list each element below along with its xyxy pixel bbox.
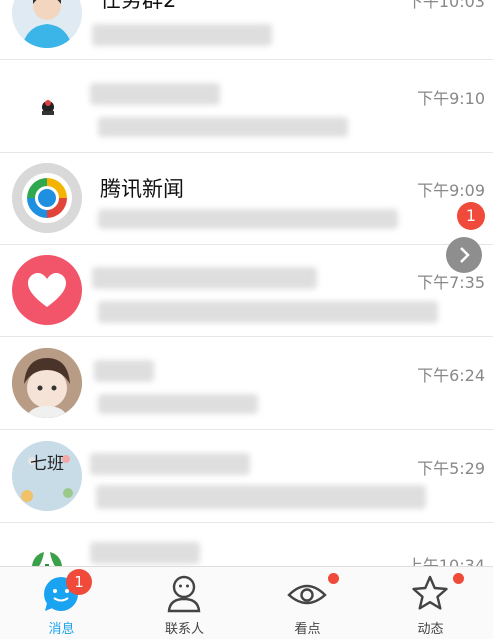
conversation-row[interactable]: 下午9:10	[0, 61, 493, 153]
contacts-icon	[167, 575, 201, 613]
tab-label: 看点	[294, 622, 321, 637]
notification-dot	[453, 573, 464, 584]
tab-label: 消息	[48, 622, 75, 637]
avatar-text: 七班	[30, 454, 64, 474]
notification-dot	[328, 573, 339, 584]
tencent-news-icon	[12, 163, 82, 233]
unread-badge: 1	[457, 202, 485, 230]
conversation-row[interactable]: 下午6:24	[0, 338, 493, 430]
messages-badge: 1	[66, 569, 92, 595]
tab-contacts[interactable]: 联系人	[123, 567, 246, 640]
avatar	[12, 534, 82, 566]
eye-icon	[287, 584, 327, 605]
conversation-name: 任务群2	[100, 0, 177, 12]
conversation-name: 腾讯新闻	[100, 177, 184, 201]
conversation-time: 下午6:24	[417, 366, 485, 385]
conversation-row[interactable]: 下午7:35	[0, 245, 493, 337]
avatar	[12, 71, 82, 141]
avatar	[12, 348, 82, 418]
conversation-row[interactable]: 上午10:34	[0, 524, 493, 566]
tab-messages[interactable]: 1 消息	[0, 567, 123, 640]
conversation-time: 上午10:34	[406, 556, 485, 566]
heart-icon	[12, 255, 82, 325]
bottom-tab-bar: 1 消息 联系人 看点 动态	[0, 566, 493, 639]
avatar	[12, 0, 82, 48]
conversation-time: 下午9:09	[417, 181, 485, 200]
chevron-right-icon	[460, 247, 470, 263]
conversation-time: 下午5:29	[417, 459, 485, 478]
tab-dynamics[interactable]: 动态	[369, 567, 492, 640]
expand-arrow-button[interactable]	[446, 237, 482, 273]
conversation-row[interactable]: 腾讯新闻 下午9:09	[0, 153, 493, 245]
star-icon	[412, 575, 448, 610]
conversation-list: 任务群2 下午10:03 下午9:10 腾讯新闻 下午9:09 下午7:35 下…	[0, 0, 493, 566]
conversation-row[interactable]: 七班 下午5:29	[0, 431, 493, 523]
tab-label: 动态	[417, 622, 444, 637]
tab-kandian[interactable]: 看点	[246, 567, 369, 640]
avatar: 七班	[12, 441, 82, 511]
conversation-time: 下午10:03	[406, 0, 485, 11]
conversation-time: 下午9:10	[417, 89, 485, 108]
conversation-row[interactable]: 任务群2 下午10:03	[0, 0, 493, 60]
tab-label: 联系人	[164, 622, 204, 637]
